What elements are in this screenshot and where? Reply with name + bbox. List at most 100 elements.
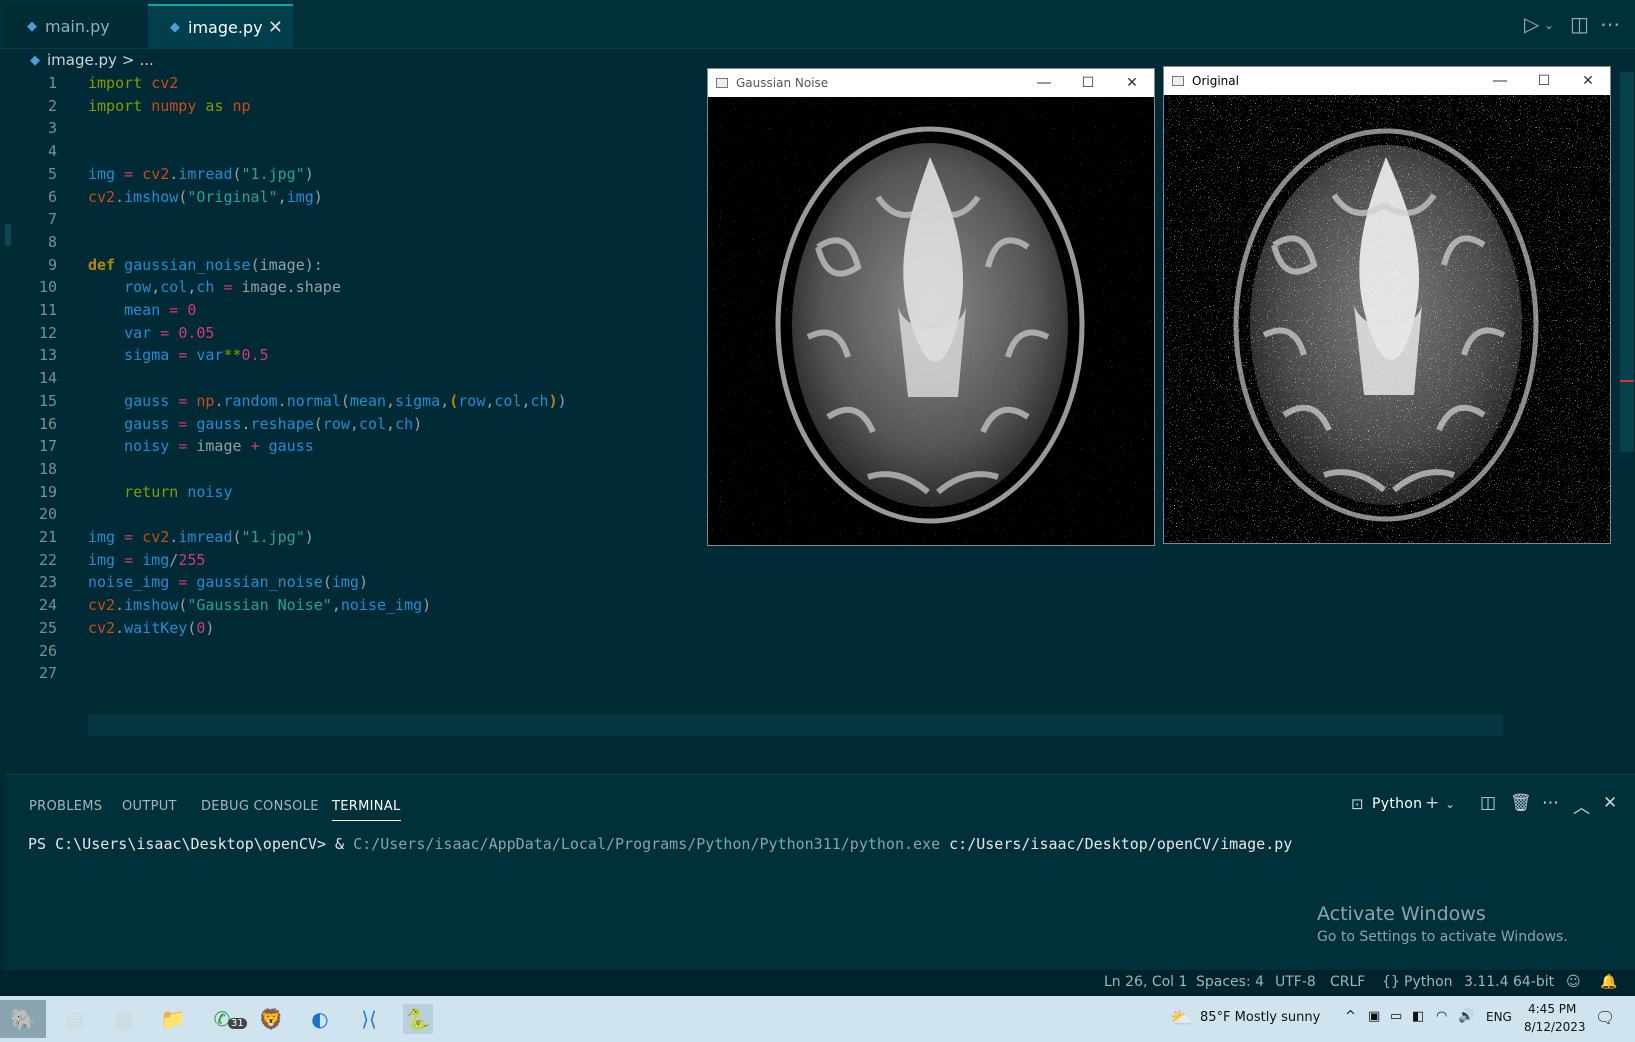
chevron-down-icon[interactable]: ⌄ [1445,797,1455,811]
language-indicator[interactable]: ENG [1486,1010,1512,1024]
terminal-prompt: PS C:\Users\isaac\Desktop\openCV> & [28,835,354,853]
indentation[interactable]: Spaces: 4 [1196,974,1264,990]
line-number: 13 [38,346,57,365]
line-number: 10 [38,278,57,297]
split-terminal-icon[interactable]: ◫ [1480,793,1496,813]
code-line: gauss = gauss.reshape(row,col,ch) [124,414,423,433]
editor-scrollbar[interactable] [1620,72,1634,452]
python-file-icon: ◆ [27,18,37,34]
split-editor-icon[interactable]: ◫ [1570,12,1589,36]
window-app-icon [716,78,728,88]
tab-main-py[interactable]: ◆ main.py [5,4,147,48]
python-app-icon[interactable]: 🐍 [403,1004,433,1034]
line-number: 7 [47,210,57,229]
language-braces-icon[interactable]: {} [1382,974,1400,990]
bottom-panel: PROBLEMS OUTPUT DEBUG CONSOLE TERMINAL ⊡… [5,774,1635,971]
window-title: Gaussian Noise [736,76,829,90]
brave-browser-icon[interactable]: 🦁 [256,1004,286,1034]
maximize-icon[interactable]: ☐ [1522,67,1566,95]
noisy-mri-image [708,97,1154,545]
line-number: 18 [38,459,57,478]
editor-tab-bar: ◆ main.py ◆ image.py ✕ ▷ ⌄ ◫ ⋯ [0,0,1635,49]
mri-original-svg [1164,95,1610,543]
calculator-icon[interactable]: ▦ [109,1004,139,1034]
chevron-down-icon[interactable]: ⌄ [1544,18,1554,32]
code-line: noise_img = gaussian_noise(img) [88,573,368,592]
close-panel-icon[interactable]: ✕ [1603,793,1617,813]
line-number: 23 [38,573,57,592]
clock-date[interactable]: 8/12/2023 [1524,1020,1586,1034]
vscode-icon[interactable]: ⟩⟨ [354,1004,384,1034]
code-line: cv2.waitKey(0) [88,618,215,637]
line-number: 9 [47,255,57,274]
new-terminal-icon[interactable]: + [1425,793,1439,813]
tab-problems[interactable]: PROBLEMS [29,799,102,814]
feedback-icon[interactable]: ☺ [1566,974,1581,990]
encoding[interactable]: UTF-8 [1275,974,1316,990]
battery-icon[interactable]: ▭ [1390,1009,1402,1024]
line-number: 2 [47,96,57,115]
tab-label: main.py [45,16,110,36]
line-number: 16 [38,414,57,433]
tab-output[interactable]: OUTPUT [122,799,177,814]
terminal-profile-label[interactable]: Python [1372,796,1422,812]
minimize-icon[interactable]: ― [1478,67,1522,95]
breadcrumb-rest[interactable]: ... [139,51,153,69]
original-window[interactable]: Original ― ☐ ✕ [1163,66,1611,544]
terminal-output[interactable]: PS C:\Users\isaac\Desktop\openCV> & C:/U… [28,835,1292,853]
tray-monitor-icon[interactable]: ◧ [1412,1009,1424,1024]
terminal-profile-icon[interactable]: ⊡ [1351,795,1364,813]
edge-browser-icon[interactable]: ◐ [305,1004,335,1034]
window-titlebar[interactable]: Original ― ☐ ✕ [1164,67,1610,95]
weather-text[interactable]: 85°F Mostly sunny [1200,1010,1320,1025]
line-number: 5 [47,164,57,183]
original-mri-image [1164,95,1610,543]
tray-app-icon[interactable]: ▣ [1368,1009,1380,1024]
line-number: 6 [47,187,57,206]
file-explorer-icon[interactable]: 📁 [158,1004,188,1034]
language-mode[interactable]: Python [1404,974,1453,990]
more-actions-icon[interactable]: ⋯ [1542,793,1559,813]
window-title: Original [1192,74,1239,88]
line-number: 3 [47,119,57,138]
gaussian-noise-window[interactable]: Gaussian Noise ― ☐ ✕ [707,68,1155,546]
chevron-up-icon[interactable]: ^ [1345,1009,1356,1024]
activate-subtitle: Go to Settings to activate Windows. [1317,929,1568,945]
minimize-icon[interactable]: ― [1022,69,1066,97]
line-ending[interactable]: CRLF [1330,974,1365,990]
python-interpreter[interactable]: 3.11.4 64-bit [1464,974,1554,990]
action-center-icon[interactable]: 🗨 [1595,1008,1615,1027]
weather-icon[interactable]: ⛅ [1170,1008,1192,1029]
close-icon[interactable]: ✕ [1110,69,1154,97]
breadcrumb-file[interactable]: image.py [47,51,117,69]
tab-debug-console[interactable]: DEBUG CONSOLE [201,799,319,814]
close-tab-icon[interactable]: ✕ [268,17,283,38]
run-icon[interactable]: ▷ [1524,12,1539,36]
more-actions-icon[interactable]: ⋯ [1600,12,1620,36]
wifi-icon[interactable]: ◠ [1436,1009,1447,1024]
tab-image-py[interactable]: ◆ image.py ✕ [148,4,293,48]
close-icon[interactable]: ✕ [1566,67,1610,95]
terminal-exe-path: C:/Users/isaac/AppData/Local/Programs/Py… [353,835,941,853]
window-app-icon [1172,76,1184,86]
task-view-icon[interactable]: ▤ [60,1004,90,1034]
maximize-icon[interactable]: ☐ [1066,69,1110,97]
line-number: 20 [38,505,57,524]
tab-terminal[interactable]: TERMINAL [332,799,401,821]
line-number: 14 [38,369,57,388]
code-line: mean = 0 [124,301,197,319]
window-titlebar[interactable]: Gaussian Noise ― ☐ ✕ [708,69,1154,97]
maximize-panel-icon[interactable]: ︿ [1573,793,1590,818]
clock-time[interactable]: 4:45 PM [1528,1002,1576,1016]
cursor-position[interactable]: Ln 26, Col 1 [1104,974,1187,990]
tab-label: image.py [188,17,263,37]
volume-icon[interactable]: 🔊 [1458,1009,1474,1024]
line-number: 15 [38,391,57,410]
line-number: 19 [38,482,57,501]
line-number: 1 [47,74,57,92]
start-wallpaper-icon[interactable]: 🐘 [0,1000,46,1038]
overview-ruler-marker [1620,380,1634,382]
line-number: 12 [38,323,57,342]
trash-icon[interactable]: 🗑 [1510,793,1532,813]
notifications-bell-icon[interactable]: 🔔 [1600,974,1617,990]
